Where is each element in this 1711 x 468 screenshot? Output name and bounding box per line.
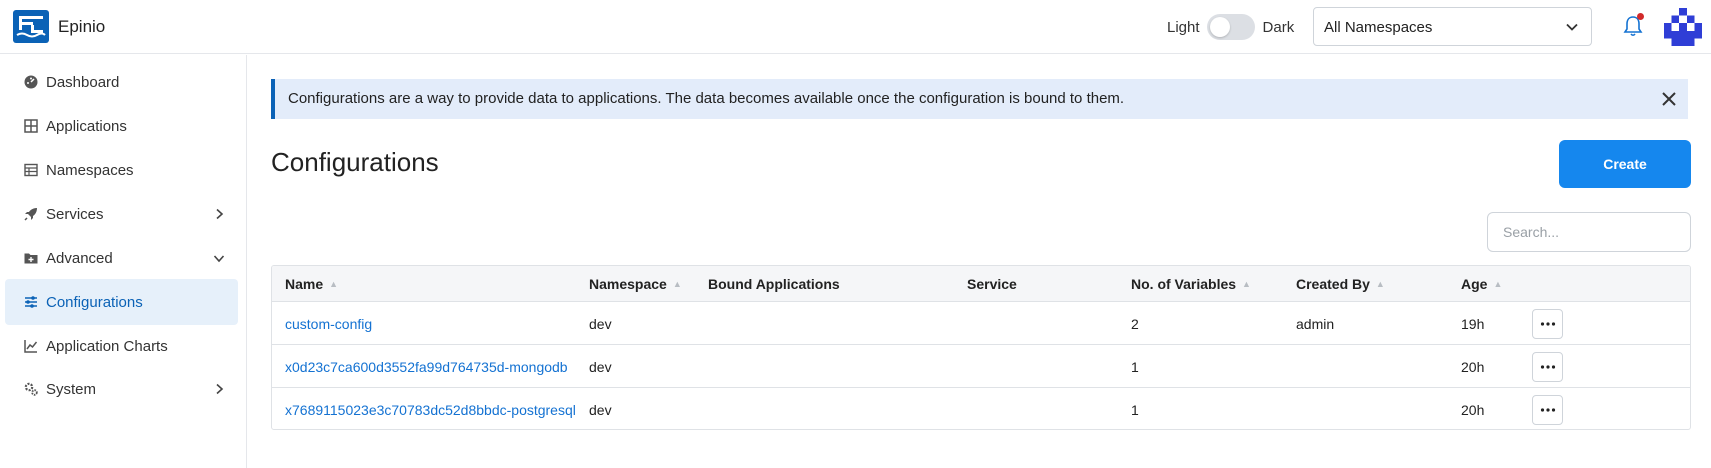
cell-created-by: admin (1296, 316, 1335, 332)
column-header-age[interactable]: Age ▲ (1461, 276, 1502, 292)
dashboard-icon (22, 73, 40, 91)
cell-variables: 2 (1131, 316, 1139, 332)
sidebar-item-label: Dashboard (46, 73, 120, 91)
info-banner: Configurations are a way to provide data… (271, 79, 1688, 119)
namespace-select[interactable]: All Namespaces (1313, 7, 1592, 46)
page-title: Configurations (271, 147, 439, 177)
column-label: Service (967, 276, 1017, 292)
cell-age: 19h (1461, 316, 1485, 332)
row-actions-button[interactable] (1532, 309, 1563, 339)
cell-namespace: dev (589, 316, 612, 332)
chevron-down-icon (213, 255, 225, 263)
cell-namespace: dev (589, 359, 612, 375)
sort-icon: ▲ (329, 279, 339, 289)
cell-age: 20h (1461, 359, 1485, 375)
sidebar: Dashboard Applications Namespaces Servic… (0, 55, 247, 468)
folder-plus-icon (22, 249, 40, 267)
column-header-name[interactable]: Name ▲ (285, 276, 338, 292)
sidebar-item-label: Configurations (46, 293, 143, 311)
config-name-link[interactable]: x7689115023e3c70783dc52d8bbdc-postgresql (285, 402, 576, 418)
grid-icon (22, 117, 40, 135)
sidebar-item-label: Namespaces (46, 161, 134, 179)
chevron-down-icon (1566, 23, 1578, 31)
app: Epinio Light Dark All Namespaces Dashboa… (0, 0, 1711, 468)
sidebar-item-label: System (46, 380, 97, 398)
more-horizontal-icon (1540, 365, 1555, 369)
column-header-bound-applications: Bound Applications (708, 276, 840, 292)
search-input[interactable] (1487, 212, 1691, 252)
row-actions-button[interactable] (1532, 395, 1563, 425)
top-header: Epinio Light Dark All Namespaces (0, 0, 1711, 54)
column-header-variables[interactable]: No. of Variables ▲ (1131, 276, 1251, 292)
sidebar-item-application-charts[interactable]: Application Charts (5, 323, 238, 369)
table-row: x0d23c7ca600d3552fa99d764735d-mongodb de… (272, 345, 1690, 388)
sort-icon: ▲ (1375, 279, 1385, 289)
sidebar-item-label: Applications (46, 117, 127, 135)
chevron-right-icon (216, 208, 224, 220)
cell-variables: 1 (1131, 359, 1139, 375)
table-header: Name ▲ Namespace ▲ Bound Applications Se… (272, 266, 1690, 302)
sidebar-item-label: Advanced (46, 249, 113, 267)
column-label: Namespace (589, 276, 667, 292)
more-horizontal-icon (1540, 408, 1555, 412)
close-icon[interactable] (1660, 90, 1678, 108)
epinio-logo[interactable] (13, 10, 49, 43)
gears-icon (22, 380, 40, 398)
cell-variables: 1 (1131, 402, 1139, 418)
table-row: custom-config dev 2 admin 19h (272, 302, 1690, 345)
theme-light-label: Light (1167, 18, 1200, 36)
column-header-namespace[interactable]: Namespace ▲ (589, 276, 682, 292)
sort-icon: ▲ (672, 279, 682, 289)
column-label: No. of Variables (1131, 276, 1237, 292)
avatar-identicon (1664, 8, 1702, 46)
rocket-icon (22, 205, 40, 223)
main-content: Configurations are a way to provide data… (248, 55, 1711, 468)
sidebar-item-advanced[interactable]: Advanced (5, 235, 238, 281)
sidebar-item-dashboard[interactable]: Dashboard (5, 59, 238, 105)
row-actions-button[interactable] (1532, 352, 1563, 382)
chart-line-icon (22, 337, 40, 355)
avatar[interactable] (1664, 8, 1702, 46)
theme-switch[interactable] (1206, 14, 1255, 40)
column-label: Created By (1296, 276, 1370, 292)
cell-age: 20h (1461, 402, 1485, 418)
configurations-table: Name ▲ Namespace ▲ Bound Applications Se… (271, 265, 1691, 430)
column-header-created-by[interactable]: Created By ▲ (1296, 276, 1385, 292)
sort-icon: ▲ (1493, 279, 1503, 289)
theme-switch-knob (1209, 17, 1230, 37)
notifications-button[interactable] (1622, 13, 1644, 38)
column-label: Name (285, 276, 324, 292)
cell-namespace: dev (589, 402, 612, 418)
notification-dot (1637, 13, 1644, 20)
theme-dark-label: Dark (1262, 18, 1295, 36)
sidebar-item-applications[interactable]: Applications (5, 103, 238, 149)
theme-toggle: Light Dark (1167, 14, 1294, 40)
config-name-link[interactable]: custom-config (285, 316, 372, 332)
banner-text: Configurations are a way to provide data… (288, 90, 1125, 107)
config-name-link[interactable]: x0d23c7ca600d3552fa99d764735d-mongodb (285, 359, 568, 375)
column-header-service: Service (967, 276, 1017, 292)
table-row: x7689115023e3c70783dc52d8bbdc-postgresql… (272, 388, 1690, 429)
sidebar-item-label: Application Charts (46, 337, 168, 355)
app-name: Epinio (58, 17, 106, 36)
epinio-logo-icon (16, 16, 46, 38)
sort-icon: ▲ (1242, 279, 1251, 289)
sidebar-item-label: Services (46, 205, 104, 223)
sidebar-item-namespaces[interactable]: Namespaces (5, 147, 238, 193)
sidebar-item-configurations[interactable]: Configurations (5, 279, 238, 325)
column-label: Bound Applications (708, 276, 840, 292)
namespace-select-value: All Namespaces (1324, 19, 1433, 36)
chevron-right-icon (216, 383, 224, 395)
sidebar-item-services[interactable]: Services (5, 191, 238, 237)
sidebar-item-system[interactable]: System (5, 366, 238, 412)
more-horizontal-icon (1540, 322, 1555, 326)
create-button[interactable]: Create (1559, 140, 1691, 188)
table-icon (22, 161, 40, 179)
column-label: Age (1461, 276, 1488, 292)
sliders-icon (22, 293, 40, 311)
